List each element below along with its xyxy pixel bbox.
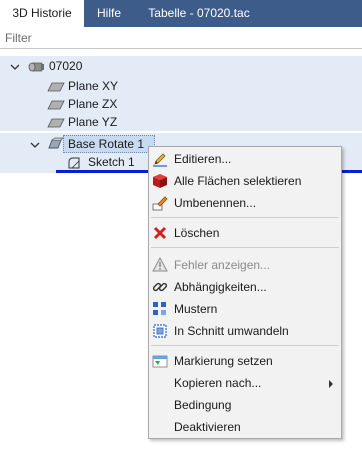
tab-hilfe[interactable]: Hilfe <box>84 0 134 27</box>
part-icon <box>28 62 44 72</box>
menu-item-editieren[interactable]: Editieren... <box>149 148 341 170</box>
chevron-down-icon[interactable] <box>29 139 41 151</box>
pencil-icon <box>153 153 167 167</box>
chevron-down-icon[interactable] <box>9 61 21 73</box>
tree-item-plane-zx[interactable]: Plane ZX <box>68 95 117 114</box>
section-icon <box>153 324 167 338</box>
submenu-arrow-icon <box>329 380 333 388</box>
plane-icon <box>47 118 65 128</box>
menu-item-in-schnitt[interactable]: In Schnitt umwandeln <box>149 320 341 342</box>
tree-item-plane-xy[interactable]: Plane XY <box>68 77 118 96</box>
menu-item-abhaengigkeiten[interactable]: Abhängigkeiten... <box>149 276 341 298</box>
menu-separator <box>151 345 339 346</box>
menu-separator <box>151 247 339 248</box>
menu-item-fehler-anzeigen[interactable]: Fehler anzeigen... <box>149 254 341 276</box>
tab-bar: 3D Historie Hilfe Tabelle - 07020.tac <box>0 0 362 27</box>
red-cube-icon <box>153 174 167 188</box>
tree-item-plane-yz[interactable]: Plane YZ <box>68 113 117 132</box>
context-menu: Editieren... Alle Flächen selektieren Um… <box>148 146 342 439</box>
marker-icon <box>152 355 168 368</box>
menu-item-kopieren-nach[interactable]: Kopieren nach... <box>149 372 341 394</box>
tree-item-root[interactable]: 07020 <box>49 57 82 76</box>
tree-item-base-rotate[interactable]: Base Rotate 1 <box>68 135 144 154</box>
rotate-feature-icon <box>48 137 64 149</box>
menu-item-bedingung[interactable]: Bedingung <box>149 394 341 416</box>
sketch-icon <box>68 157 80 169</box>
menu-item-markierung[interactable]: Markierung setzen <box>149 350 341 372</box>
menu-item-mustern[interactable]: Mustern <box>149 298 341 320</box>
menu-separator <box>151 217 339 218</box>
plane-icon <box>47 82 65 92</box>
chain-link-icon <box>152 282 168 292</box>
pattern-icon <box>153 302 166 315</box>
plane-icon <box>47 100 65 110</box>
warning-icon <box>152 257 168 272</box>
red-x-icon <box>153 226 167 240</box>
tab-tabelle[interactable]: Tabelle - 07020.tac <box>134 0 264 27</box>
filter-input[interactable] <box>0 27 362 48</box>
menu-item-umbenennen[interactable]: Umbenennen... <box>149 192 341 214</box>
menu-item-loeschen[interactable]: Löschen <box>149 222 341 244</box>
menu-item-alle-flaechen[interactable]: Alle Flächen selektieren <box>149 170 341 192</box>
rename-pencil-icon <box>152 196 168 211</box>
filter-bar <box>0 27 362 49</box>
menu-item-deaktivieren[interactable]: Deaktivieren <box>149 416 341 438</box>
tab-3d-historie[interactable]: 3D Historie <box>0 0 84 27</box>
